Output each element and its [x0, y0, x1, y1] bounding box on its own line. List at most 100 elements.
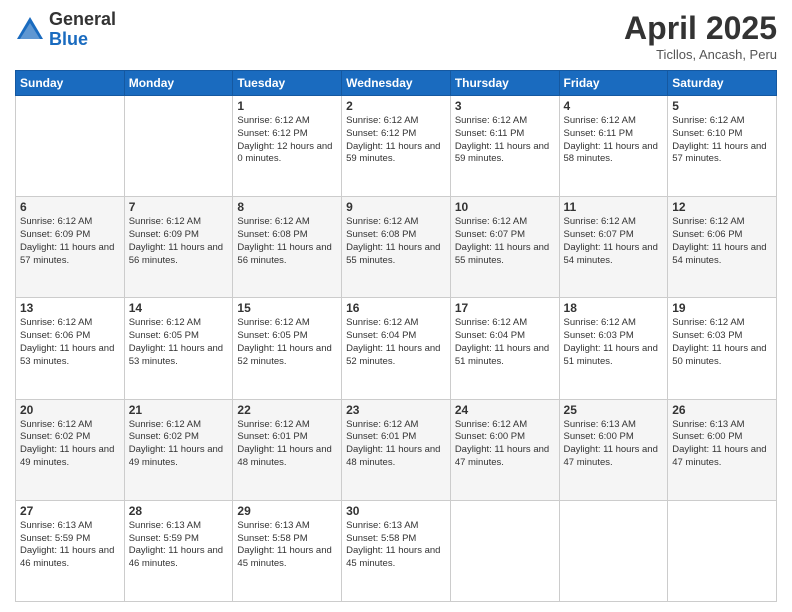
day-info: Sunrise: 6:12 AM Sunset: 6:02 PM Dayligh… [129, 419, 229, 470]
day-number: 26 [672, 403, 772, 417]
calendar-week-row: 13 Sunrise: 6:12 AM Sunset: 6:06 PM Dayli… [16, 298, 777, 399]
table-row: 23Sunrise: 6:12 AM Sunset: 6:01 PM Dayli… [342, 399, 451, 500]
table-row: 29 Sunrise: 6:13 AM Sunset: 5:58 PM Dayli… [233, 500, 342, 601]
day-number: 28 [129, 504, 229, 518]
day-info: Sunrise: 6:12 AM Sunset: 6:11 PM Dayligh… [455, 115, 555, 166]
day-number: 17 [455, 301, 555, 315]
day-number: 10 [455, 200, 555, 214]
logo-general-text: General [49, 10, 116, 30]
table-row: 25 Sunrise: 6:13 AM Sunset: 6:00 PM Dayli… [559, 399, 668, 500]
table-row: 11 Sunrise: 6:12 AM Sunset: 6:07 PM Dayli… [559, 197, 668, 298]
calendar-week-row: 27 Sunrise: 6:13 AM Sunset: 5:59 PM Dayli… [16, 500, 777, 601]
day-info: Sunrise: 6:13 AM Sunset: 5:59 PM Dayligh… [129, 520, 229, 571]
calendar-week-row: 6 Sunrise: 6:12 AM Sunset: 6:09 PM Daylig… [16, 197, 777, 298]
day-number: 2 [346, 99, 446, 113]
table-row: 18Sunrise: 6:12 AM Sunset: 6:03 PM Dayli… [559, 298, 668, 399]
calendar-week-row: 1Sunrise: 6:12 AM Sunset: 6:12 PM Daylig… [16, 96, 777, 197]
month-title: April 2025 [624, 10, 777, 47]
title-block: April 2025 Ticllos, Ancash, Peru [624, 10, 777, 62]
day-number: 15 [237, 301, 337, 315]
day-number: 4 [564, 99, 664, 113]
day-info: Sunrise: 6:12 AM Sunset: 6:09 PM Dayligh… [129, 216, 229, 267]
logo-blue-text: Blue [49, 30, 116, 50]
table-row: 21 Sunrise: 6:12 AM Sunset: 6:02 PM Dayli… [124, 399, 233, 500]
table-row: 15 Sunrise: 6:12 AM Sunset: 6:05 PM Dayli… [233, 298, 342, 399]
table-row: 24 Sunrise: 6:12 AM Sunset: 6:00 PM Dayli… [450, 399, 559, 500]
table-row [450, 500, 559, 601]
table-row: 22 Sunrise: 6:12 AM Sunset: 6:01 PM Dayli… [233, 399, 342, 500]
day-info: Sunrise: 6:12 AM Sunset: 6:02 PM Dayligh… [20, 419, 120, 470]
day-info: Sunrise: 6:12 AM Sunset: 6:09 PM Dayligh… [20, 216, 120, 267]
day-info: Sunrise: 6:13 AM Sunset: 5:58 PM Dayligh… [346, 520, 446, 571]
table-row: 16Sunrise: 6:12 AM Sunset: 6:04 PM Dayli… [342, 298, 451, 399]
day-number: 27 [20, 504, 120, 518]
day-info: Sunrise: 6:12 AM Sunset: 6:10 PM Dayligh… [672, 115, 772, 166]
day-number: 24 [455, 403, 555, 417]
table-row: 19 Sunrise: 6:12 AM Sunset: 6:03 PM Dayli… [668, 298, 777, 399]
day-number: 8 [237, 200, 337, 214]
table-row: 26Sunrise: 6:13 AM Sunset: 6:00 PM Dayli… [668, 399, 777, 500]
table-row: 14 Sunrise: 6:12 AM Sunset: 6:05 PM Dayli… [124, 298, 233, 399]
header-thursday: Thursday [450, 71, 559, 96]
table-row: 10 Sunrise: 6:12 AM Sunset: 6:07 PM Dayli… [450, 197, 559, 298]
day-number: 5 [672, 99, 772, 113]
table-row: 8Sunrise: 6:12 AM Sunset: 6:08 PM Daylig… [233, 197, 342, 298]
header-saturday: Saturday [668, 71, 777, 96]
day-number: 19 [672, 301, 772, 315]
day-number: 29 [237, 504, 337, 518]
day-number: 14 [129, 301, 229, 315]
day-number: 22 [237, 403, 337, 417]
table-row: 3 Sunrise: 6:12 AM Sunset: 6:11 PM Daylig… [450, 96, 559, 197]
day-number: 13 [20, 301, 120, 315]
header-friday: Friday [559, 71, 668, 96]
day-number: 7 [129, 200, 229, 214]
table-row: 12Sunrise: 6:12 AM Sunset: 6:06 PM Dayli… [668, 197, 777, 298]
day-info: Sunrise: 6:12 AM Sunset: 6:07 PM Dayligh… [455, 216, 555, 267]
day-info: Sunrise: 6:12 AM Sunset: 6:00 PM Dayligh… [455, 419, 555, 470]
header-monday: Monday [124, 71, 233, 96]
day-number: 25 [564, 403, 664, 417]
day-number: 16 [346, 301, 446, 315]
day-info: Sunrise: 6:13 AM Sunset: 6:00 PM Dayligh… [564, 419, 664, 470]
day-info: Sunrise: 6:12 AM Sunset: 6:03 PM Dayligh… [672, 317, 772, 368]
day-info: Sunrise: 6:12 AM Sunset: 6:08 PM Dayligh… [346, 216, 446, 267]
day-info: Sunrise: 6:12 AM Sunset: 6:06 PM Dayligh… [20, 317, 120, 368]
table-row: 1Sunrise: 6:12 AM Sunset: 6:12 PM Daylig… [233, 96, 342, 197]
day-info: Sunrise: 6:12 AM Sunset: 6:06 PM Dayligh… [672, 216, 772, 267]
table-row: 7 Sunrise: 6:12 AM Sunset: 6:09 PM Daylig… [124, 197, 233, 298]
day-number: 30 [346, 504, 446, 518]
table-row: 5 Sunrise: 6:12 AM Sunset: 6:10 PM Daylig… [668, 96, 777, 197]
table-row [559, 500, 668, 601]
table-row: 9Sunrise: 6:12 AM Sunset: 6:08 PM Daylig… [342, 197, 451, 298]
calendar-header-row: Sunday Monday Tuesday Wednesday Thursday… [16, 71, 777, 96]
day-info: Sunrise: 6:12 AM Sunset: 6:07 PM Dayligh… [564, 216, 664, 267]
day-number: 6 [20, 200, 120, 214]
day-number: 23 [346, 403, 446, 417]
day-info: Sunrise: 6:13 AM Sunset: 5:58 PM Dayligh… [237, 520, 337, 571]
day-info: Sunrise: 6:12 AM Sunset: 6:05 PM Dayligh… [129, 317, 229, 368]
day-number: 21 [129, 403, 229, 417]
logo-text: General Blue [49, 10, 116, 50]
day-number: 11 [564, 200, 664, 214]
calendar-week-row: 20 Sunrise: 6:12 AM Sunset: 6:02 PM Dayli… [16, 399, 777, 500]
page: General Blue April 2025 Ticllos, Ancash,… [0, 0, 792, 612]
table-row: 17 Sunrise: 6:12 AM Sunset: 6:04 PM Dayli… [450, 298, 559, 399]
day-number: 20 [20, 403, 120, 417]
table-row: 6 Sunrise: 6:12 AM Sunset: 6:09 PM Daylig… [16, 197, 125, 298]
day-info: Sunrise: 6:12 AM Sunset: 6:05 PM Dayligh… [237, 317, 337, 368]
day-number: 3 [455, 99, 555, 113]
day-info: Sunrise: 6:12 AM Sunset: 6:12 PM Dayligh… [346, 115, 446, 166]
table-row: 20 Sunrise: 6:12 AM Sunset: 6:02 PM Dayli… [16, 399, 125, 500]
table-row: 27 Sunrise: 6:13 AM Sunset: 5:59 PM Dayli… [16, 500, 125, 601]
location-subtitle: Ticllos, Ancash, Peru [624, 47, 777, 62]
day-info: Sunrise: 6:13 AM Sunset: 5:59 PM Dayligh… [20, 520, 120, 571]
table-row: 28 Sunrise: 6:13 AM Sunset: 5:59 PM Dayli… [124, 500, 233, 601]
table-row [16, 96, 125, 197]
day-info: Sunrise: 6:12 AM Sunset: 6:04 PM Dayligh… [455, 317, 555, 368]
logo-icon [15, 15, 45, 45]
day-info: Sunrise: 6:12 AM Sunset: 6:01 PM Dayligh… [237, 419, 337, 470]
header-sunday: Sunday [16, 71, 125, 96]
table-row [668, 500, 777, 601]
day-info: Sunrise: 6:12 AM Sunset: 6:11 PM Dayligh… [564, 115, 664, 166]
header-wednesday: Wednesday [342, 71, 451, 96]
